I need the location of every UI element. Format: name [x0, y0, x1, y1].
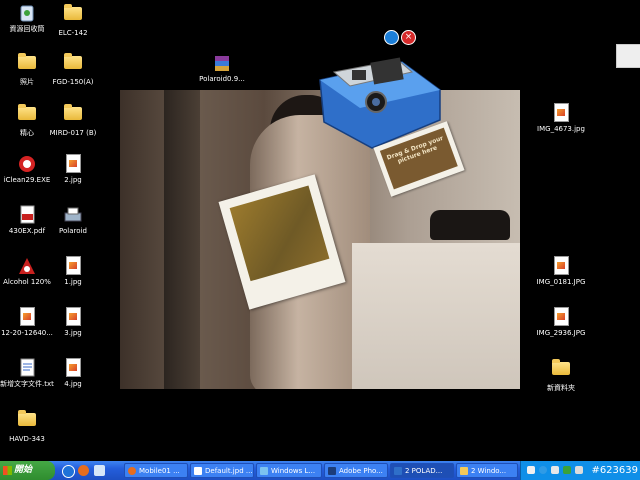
- desktop-icon-label: 2.jpg: [64, 176, 82, 184]
- taskbar-item-mobile01[interactable]: Mobile01 ...: [124, 463, 188, 478]
- taskbar-item-adobe-photoshop[interactable]: Adobe Pho...: [324, 463, 388, 478]
- desktop-icon-img-2936[interactable]: IMG_2936.JPG: [533, 307, 589, 338]
- alcohol-icon: [17, 256, 37, 276]
- folder-icon: [63, 53, 83, 76]
- taskbar-item-label: Adobe Pho...: [339, 467, 383, 475]
- taskbar-item-default-jpd[interactable]: Default.jpd ...: [190, 463, 254, 478]
- taskbar-item-polaroid[interactable]: 2 POLAD...: [390, 463, 454, 478]
- desktop-icon-label: IMG_0181.JPG: [536, 278, 586, 286]
- desktop-icon-3-jpg[interactable]: 3.jpg: [46, 307, 100, 338]
- recycle-bin-icon: [17, 3, 37, 23]
- taskbar-item-windows-explorer[interactable]: 2 Windo...: [456, 463, 518, 478]
- printer-icon: [63, 205, 83, 225]
- messenger-icon[interactable]: [539, 466, 547, 474]
- network-icon[interactable]: [527, 466, 535, 474]
- show-desktop-icon[interactable]: [94, 465, 105, 476]
- minimize-icon[interactable]: [384, 30, 399, 45]
- folder-icon: [551, 359, 571, 382]
- desktop: × Drag & Drop your picture here 資源回收筒 照片…: [0, 0, 640, 461]
- polaroid-icon: [394, 467, 402, 475]
- desktop-icon-2-jpg[interactable]: 2.jpg: [46, 154, 100, 185]
- image-file-icon: [551, 256, 571, 276]
- image-file-icon: [551, 103, 571, 123]
- folder-icon: [17, 410, 37, 433]
- image-file-icon: [63, 154, 83, 174]
- desktop-icon-label: IMG_4673.jpg: [537, 125, 585, 133]
- desktop-icon-label: 1.jpg: [64, 278, 82, 286]
- start-button[interactable]: 開始: [0, 461, 55, 480]
- close-icon[interactable]: ×: [401, 30, 416, 45]
- taskbar-item-windows-live[interactable]: Windows L...: [256, 463, 322, 478]
- desktop-icon-label: 新資料夾: [547, 384, 575, 392]
- tray-app-icon[interactable]: [575, 466, 583, 474]
- desktop-icon-fgd-150[interactable]: FGD-150(A): [46, 52, 100, 87]
- windows-logo-icon: [3, 466, 12, 475]
- image-file-icon: [551, 307, 571, 327]
- folder-icon: [17, 104, 37, 127]
- text-file-icon: [17, 358, 37, 378]
- volume-icon[interactable]: [551, 466, 559, 474]
- desktop-icon-label: FGD-150(A): [52, 78, 94, 86]
- taskbar-item-label: Default.jpd ...: [205, 467, 253, 475]
- image-file-icon: [17, 307, 37, 327]
- folder-icon: [17, 53, 37, 76]
- winrar-icon: [212, 53, 232, 73]
- desktop-icon-elc-142[interactable]: ELC-142: [46, 3, 100, 38]
- desktop-icon-4-jpg[interactable]: 4.jpg: [46, 358, 100, 389]
- image-file-icon: [63, 358, 83, 378]
- photo-door: [164, 90, 200, 389]
- taskbar-item-label: Windows L...: [271, 467, 316, 475]
- pdf-icon: [17, 205, 37, 225]
- clock[interactable]: #623639: [591, 464, 638, 477]
- polaroid-print-image: [229, 185, 330, 282]
- image-file-icon: [63, 256, 83, 276]
- firefox-icon: [128, 467, 136, 475]
- taskbar-item-label: Mobile01 ...: [139, 467, 180, 475]
- start-label: 開始: [14, 465, 33, 475]
- folder-icon: [63, 104, 83, 127]
- desktop-icon-label: HAVD-343: [9, 435, 45, 443]
- iclean-icon: [17, 154, 37, 174]
- desktop-icon-label: Polaroid: [59, 227, 87, 235]
- desktop-icon-label: MIRD-017 (B): [49, 129, 97, 137]
- taskbar-item-label: 2 Windo...: [471, 467, 507, 475]
- photo-telephone: [430, 210, 510, 240]
- desktop-icon-polaroid[interactable]: Polaroid: [46, 205, 100, 236]
- desktop-icon-label: Polaroid0.9...: [199, 75, 245, 83]
- photo-fridge: [352, 243, 520, 389]
- window-icon: [260, 467, 268, 475]
- desktop-icon-img-0181[interactable]: IMG_0181.JPG: [533, 256, 589, 287]
- folder-icon: [63, 4, 83, 27]
- desktop-icon-new-folder[interactable]: 新資料夾: [533, 358, 589, 393]
- image-file-icon: [63, 307, 83, 327]
- window-icon: [194, 467, 202, 475]
- desktop-icon-label: 3.jpg: [64, 329, 82, 337]
- desktop-icon-havd-343[interactable]: HAVD-343: [0, 409, 54, 444]
- photoshop-icon: [328, 467, 336, 475]
- firefox-icon[interactable]: [78, 465, 89, 476]
- folder-icon: [460, 467, 468, 475]
- taskbar-item-label: 2 POLAD...: [405, 467, 443, 475]
- internet-explorer-icon[interactable]: [62, 465, 75, 478]
- desktop-icon-polaroid-rar[interactable]: Polaroid0.9...: [193, 53, 251, 84]
- desktop-icon-label: IMG_2936.JPG: [536, 329, 586, 337]
- desktop-icon-label: 4.jpg: [64, 380, 82, 388]
- desktop-icon-img-4673[interactable]: IMG_4673.jpg: [533, 103, 589, 134]
- security-icon[interactable]: [563, 466, 571, 474]
- system-tray: #623639: [520, 461, 640, 480]
- desktop-widget[interactable]: [616, 44, 640, 68]
- desktop-icon-label: ELC-142: [58, 29, 88, 37]
- desktop-icon-1-jpg[interactable]: 1.jpg: [46, 256, 100, 287]
- desktop-icon-mird-017[interactable]: MIRD-017 (B): [46, 103, 100, 138]
- taskbar: 開始 Mobile01 ... Default.jpd ... Windows …: [0, 461, 640, 480]
